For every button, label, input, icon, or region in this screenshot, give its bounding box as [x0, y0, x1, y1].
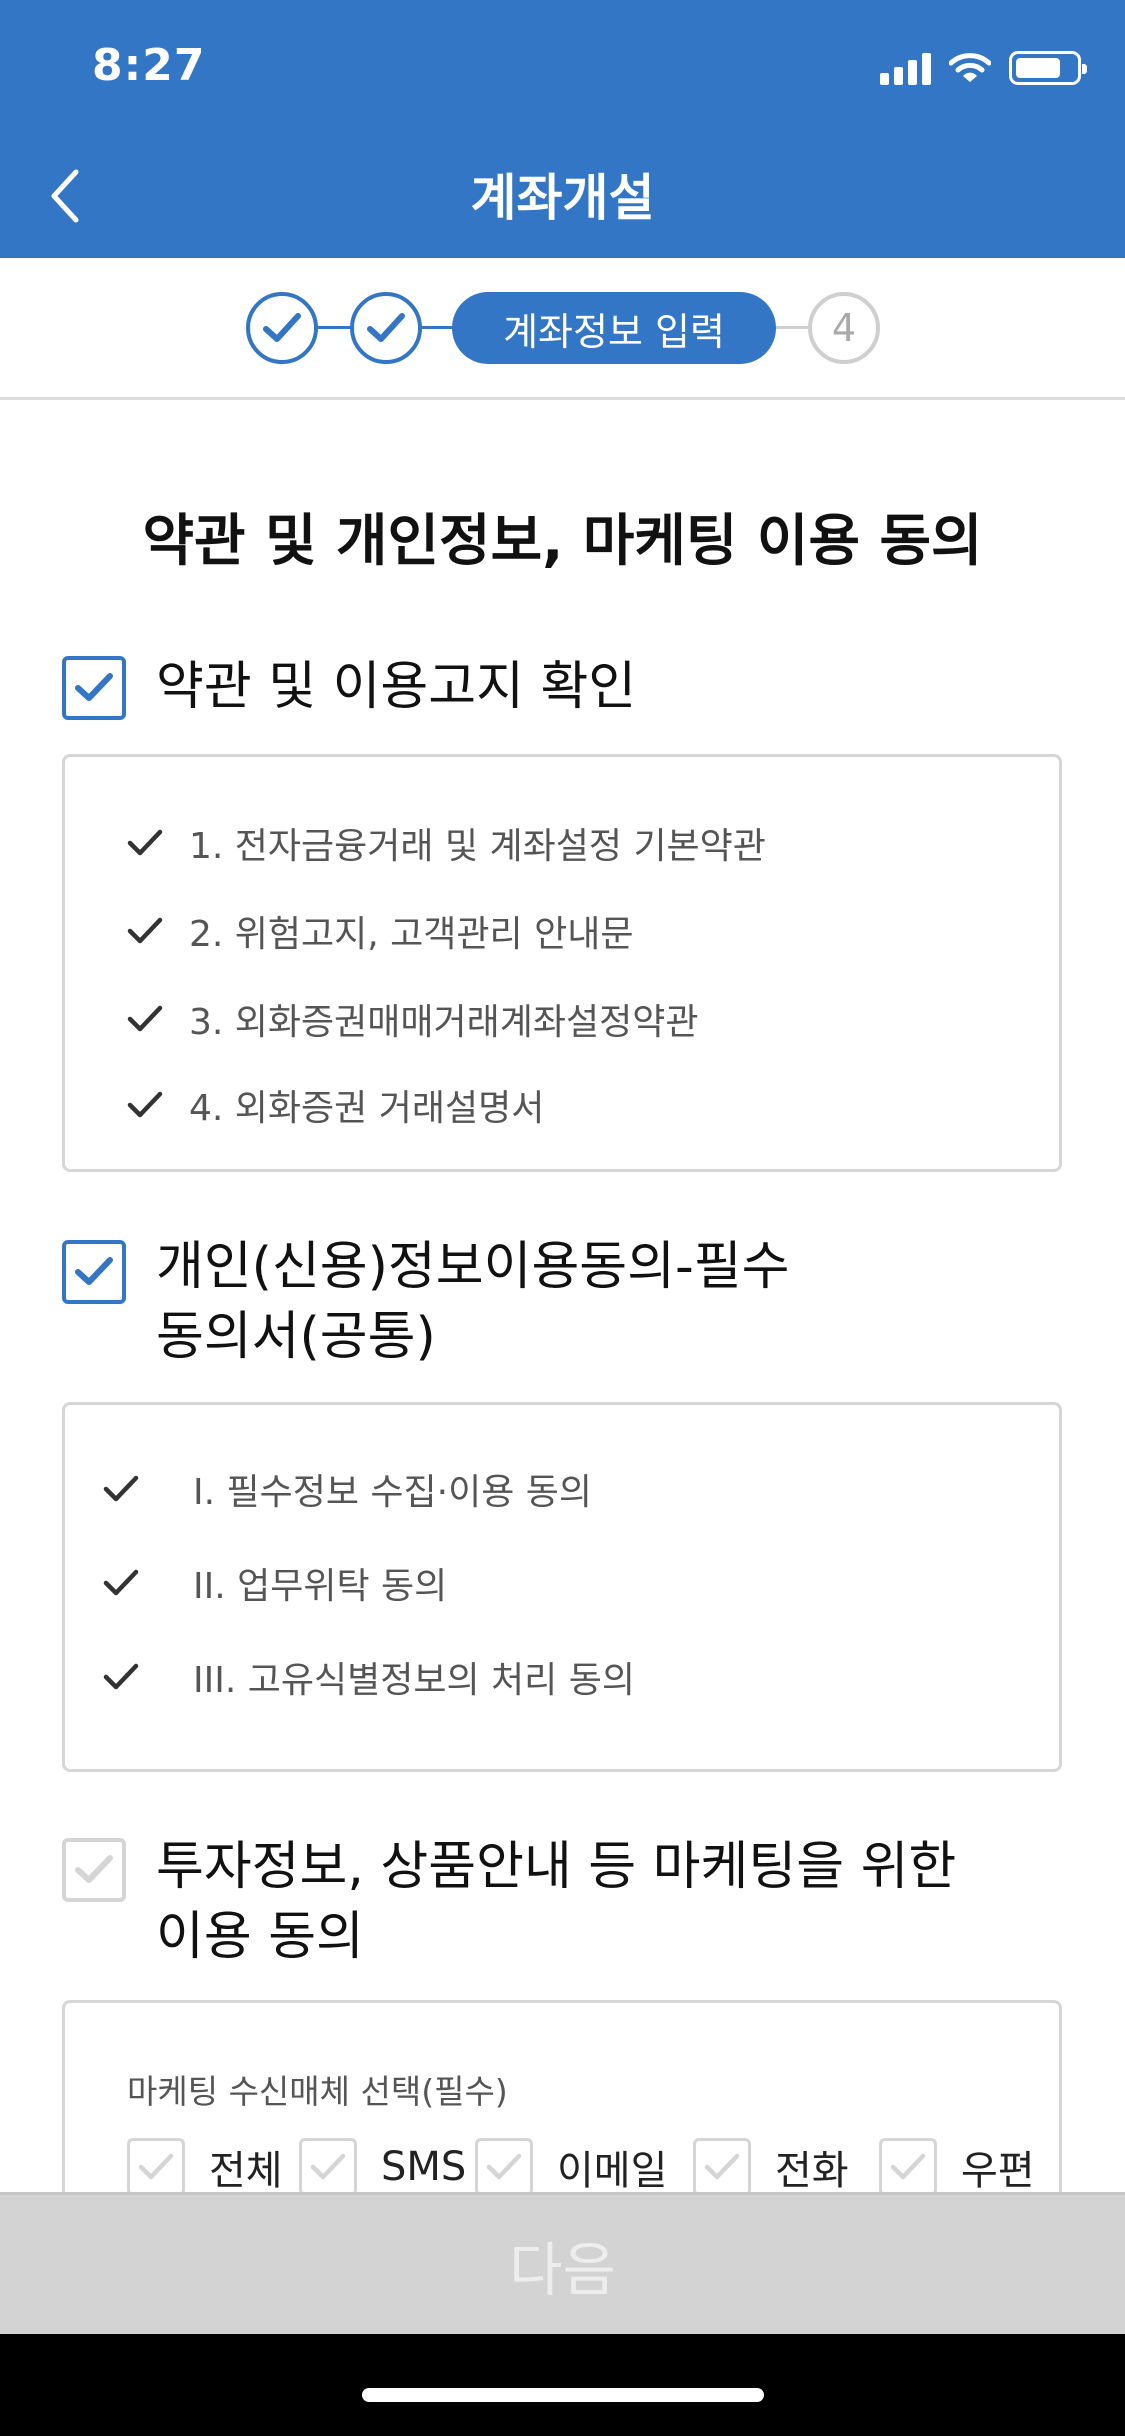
step-2-done	[350, 292, 422, 364]
media-option-phone[interactable]: 전화	[693, 2138, 849, 2196]
list-item-label: 3. 외화증권매매거래계좌설정약관	[189, 1002, 699, 1043]
step-3-active: 계좌정보 입력	[452, 292, 776, 364]
media-option-label: 전체	[209, 2148, 283, 2194]
home-indicator-area	[0, 2334, 1125, 2436]
list-item[interactable]: I. 필수정보 수집·이용 동의	[101, 1463, 592, 1515]
step-connector	[774, 326, 810, 329]
check-icon	[127, 2138, 185, 2196]
wifi-icon	[949, 53, 991, 82]
check-icon	[125, 1085, 165, 1125]
check-icon	[75, 1257, 113, 1285]
step-connector	[316, 326, 352, 329]
check-icon	[367, 313, 405, 342]
signal-icon	[880, 51, 931, 85]
list-item[interactable]: III. 고유식별정보의 처리 동의	[101, 1651, 635, 1703]
section-title-line: 개인(신용)정보이용동의-필수	[156, 1237, 790, 1297]
check-icon	[693, 2138, 751, 2196]
check-icon	[125, 823, 165, 863]
media-option-label: SMS	[381, 2144, 467, 2190]
status-icons	[880, 48, 1087, 88]
marketing-media-label: 마케팅 수신매체 선택(필수)	[127, 2072, 508, 2111]
media-option-label: 이메일	[557, 2148, 668, 2194]
header-title: 계좌개설	[470, 169, 655, 227]
media-option-all[interactable]: 전체	[127, 2138, 283, 2196]
status-time: 8:27	[92, 40, 206, 91]
check-icon	[101, 1563, 141, 1603]
battery-icon	[1009, 51, 1087, 85]
check-icon	[125, 911, 165, 951]
check-icon	[879, 2138, 937, 2196]
marketing-section-title[interactable]: 투자정보, 상품안내 등 마케팅을 위한 이용 동의	[156, 1832, 956, 1972]
check-icon	[75, 673, 113, 701]
list-item-label: 4. 외화증권 거래설명서	[189, 1088, 545, 1129]
media-option-email[interactable]: 이메일	[475, 2138, 667, 2196]
home-indicator[interactable]	[362, 2388, 764, 2402]
terms-section-title[interactable]: 약관 및 이용고지 확인	[156, 652, 636, 722]
check-icon	[125, 999, 165, 1039]
check-icon	[299, 2138, 357, 2196]
step-4: 4	[808, 292, 880, 364]
list-item-label: 2. 위험고지, 고객관리 안내문	[189, 914, 634, 955]
step-indicator: 계좌정보 입력 4	[0, 258, 1125, 400]
page-title: 약관 및 개인정보, 마케팅 이용 동의	[142, 509, 983, 574]
media-option-label: 우편	[961, 2148, 1035, 2194]
personal-info-checkbox[interactable]	[62, 1240, 126, 1304]
next-button[interactable]: 다음	[0, 2192, 1125, 2334]
section-title-line: 이용 동의	[156, 1907, 364, 1967]
check-icon	[101, 1469, 141, 1509]
media-option-label: 전화	[775, 2148, 849, 2194]
terms-list-box: 1. 전자금융거래 및 계좌설정 기본약관 2. 위험고지, 고객관리 안내문 …	[62, 754, 1062, 1172]
personal-info-section-title[interactable]: 개인(신용)정보이용동의-필수 동의서(공통)	[156, 1232, 789, 1372]
list-item-label: 1. 전자금융거래 및 계좌설정 기본약관	[189, 826, 766, 867]
terms-checkbox[interactable]	[62, 656, 126, 720]
section-title-line: 투자정보, 상품안내 등 마케팅을 위한	[156, 1837, 957, 1897]
check-icon	[101, 1657, 141, 1697]
list-item-label: II. 업무위탁 동의	[193, 1566, 448, 1607]
media-option-mail[interactable]: 우편	[879, 2138, 1035, 2196]
check-icon	[263, 313, 301, 342]
media-option-sms[interactable]: SMS	[299, 2138, 466, 2196]
list-item-label: I. 필수정보 수집·이용 동의	[193, 1472, 593, 1513]
check-icon	[475, 2138, 533, 2196]
list-item-label: III. 고유식별정보의 처리 동의	[193, 1660, 635, 1701]
list-item[interactable]: II. 업무위탁 동의	[101, 1557, 447, 1609]
list-item[interactable]: 4. 외화증권 거래설명서	[125, 1079, 544, 1131]
check-icon	[75, 1855, 113, 1883]
list-item[interactable]: 3. 외화증권매매거래계좌설정약관	[125, 993, 698, 1045]
app-header: 8:27 계좌개설	[0, 0, 1125, 258]
list-item[interactable]: 2. 위험고지, 고객관리 안내문	[125, 905, 633, 957]
marketing-checkbox[interactable]	[62, 1838, 126, 1902]
personal-info-list-box: I. 필수정보 수집·이용 동의 II. 업무위탁 동의 III. 고유식별정보…	[62, 1402, 1062, 1772]
list-item[interactable]: 1. 전자금융거래 및 계좌설정 기본약관	[125, 817, 766, 869]
step-connector	[420, 326, 456, 329]
section-title-line: 동의서(공통)	[156, 1307, 436, 1367]
step-1-done	[246, 292, 318, 364]
